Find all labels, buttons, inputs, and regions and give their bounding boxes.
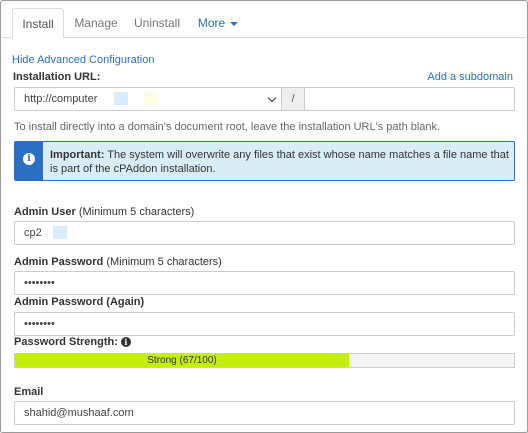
- admin-password-input[interactable]: ••••••••: [14, 271, 515, 295]
- important-alert: i Important: The system will overwrite a…: [14, 141, 515, 181]
- admin-user-label: Admin User (Minimum 5 characters): [14, 206, 194, 218]
- redacted-block-faint: [144, 92, 158, 105]
- admin-user-hint: (Minimum 5 characters): [78, 206, 195, 218]
- admin-password-label-text: Admin Password: [14, 256, 104, 268]
- info-icon[interactable]: i: [120, 337, 131, 348]
- alert-message: The system will overwrite any files that…: [50, 149, 509, 175]
- tab-install[interactable]: Install: [12, 8, 64, 39]
- installation-url-help: To install directly into a domain's docu…: [14, 121, 441, 133]
- domain-select[interactable]: http://computer: [14, 87, 282, 111]
- admin-user-input[interactable]: cp2: [14, 221, 515, 245]
- caret-down-icon: [230, 21, 239, 26]
- alert-title: Important:: [50, 149, 105, 161]
- admin-user-label-text: Admin User: [14, 206, 76, 218]
- url-separator: /: [281, 87, 305, 111]
- install-panel: Install Manage Uninstall More Hide Advan…: [0, 0, 528, 433]
- installation-url-label: Installation URL:: [13, 71, 101, 83]
- alert-icon-bar: i: [15, 142, 43, 180]
- admin-password-hint: (Minimum 5 characters): [106, 256, 222, 268]
- password-strength-label-text: Password Strength:: [14, 336, 118, 348]
- admin-password-label: Admin Password (Minimum 5 characters): [14, 256, 222, 268]
- tab-more-label: More: [197, 16, 226, 30]
- installation-path-input[interactable]: [304, 87, 515, 111]
- password-strength-text: Strong (67/100): [147, 355, 217, 366]
- tab-manage[interactable]: Manage: [66, 8, 126, 39]
- password-strength-label: Password Strength: i: [14, 336, 131, 348]
- admin-user-value: cp2: [24, 227, 42, 239]
- tab-bar: Install Manage Uninstall More: [2, 2, 526, 39]
- hide-advanced-config-link[interactable]: Hide Advanced Configuration: [12, 54, 154, 66]
- password-strength-meter: Strong (67/100): [14, 353, 515, 368]
- domain-select-value: http://computer: [24, 93, 98, 105]
- admin-password-again-input[interactable]: ••••••••: [14, 312, 515, 336]
- email-input[interactable]: shahid@mushaaf.com: [14, 401, 515, 425]
- redacted-block: [114, 92, 128, 105]
- email-label: Email: [14, 386, 44, 398]
- tab-more[interactable]: More: [190, 8, 246, 39]
- info-icon: i: [23, 153, 35, 165]
- redacted-block: [53, 226, 67, 239]
- admin-password-again-label: Admin Password (Again): [14, 296, 145, 308]
- tab-uninstall[interactable]: Uninstall: [126, 8, 188, 39]
- alert-text: Important: The system will overwrite any…: [50, 148, 510, 176]
- add-subdomain-link[interactable]: Add a subdomain: [427, 71, 513, 83]
